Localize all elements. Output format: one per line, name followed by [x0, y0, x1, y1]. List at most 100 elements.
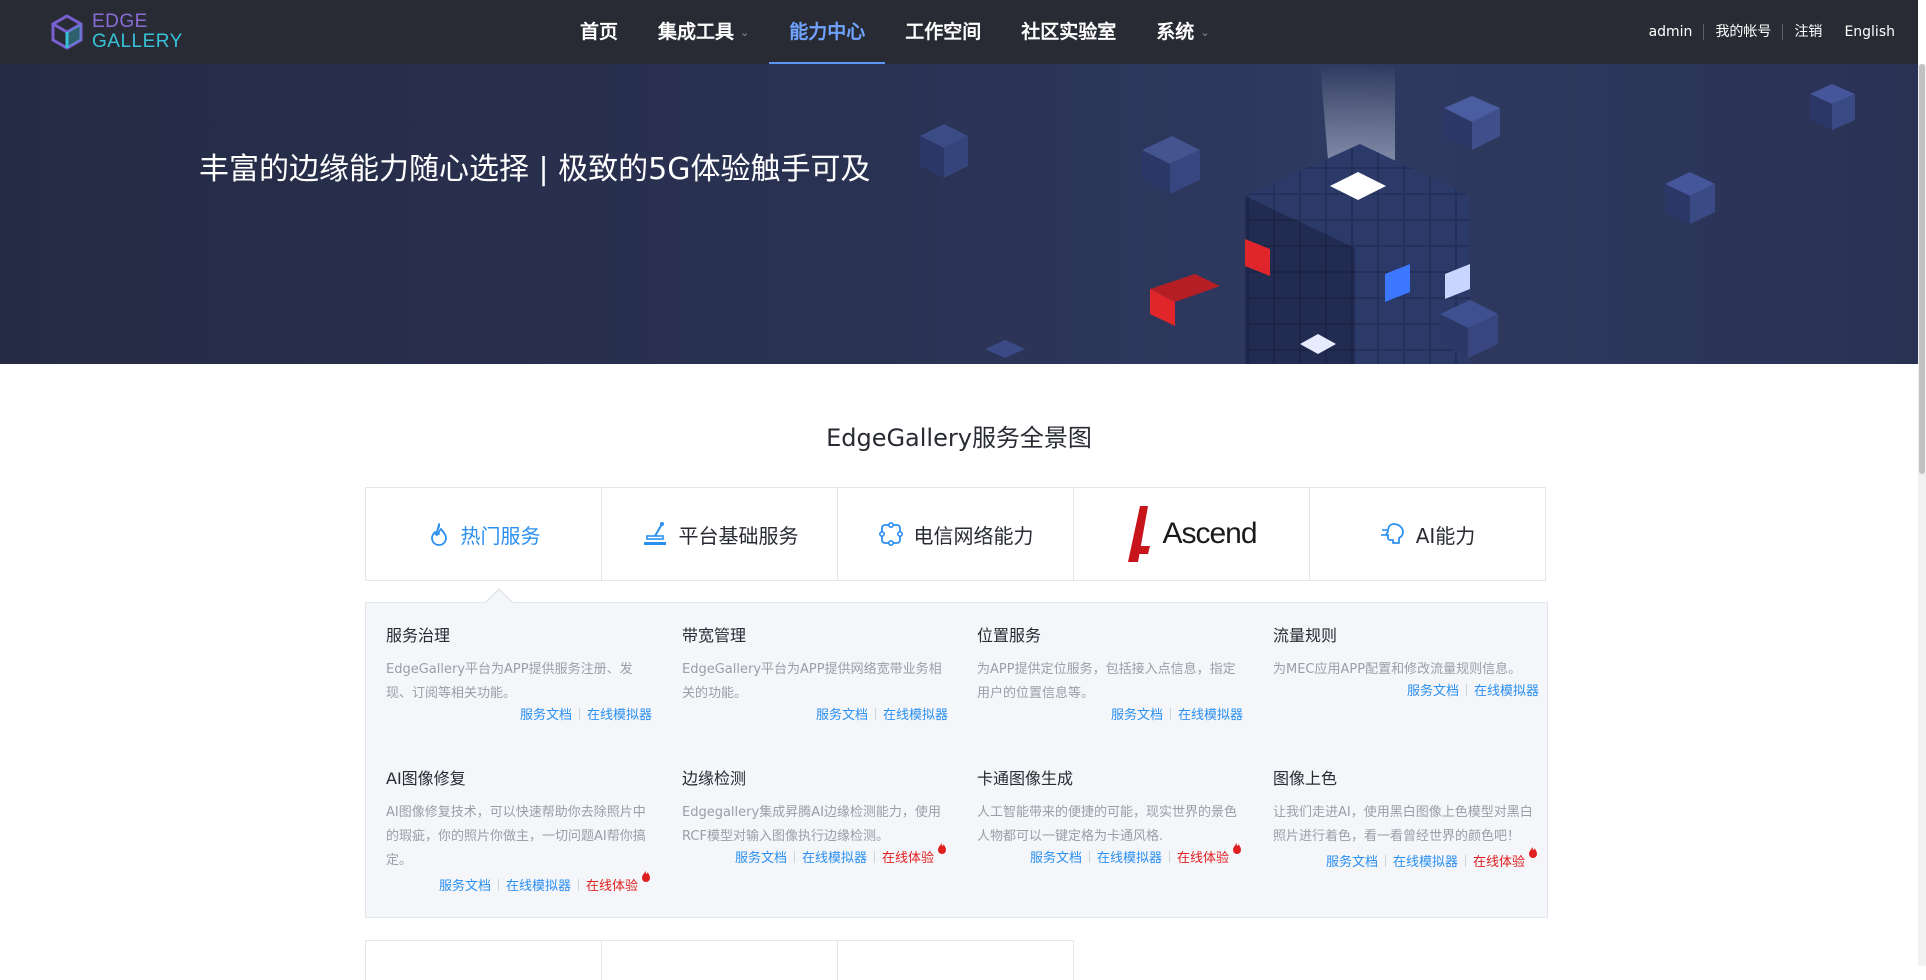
- nav-integration-tools[interactable]: 集成工具 ⌄: [638, 0, 769, 64]
- hot-flame-icon: [1233, 842, 1241, 854]
- tab-label: 平台基础服务: [678, 523, 799, 548]
- chevron-down-icon: ⌄: [1200, 26, 1210, 39]
- service-doc-link[interactable]: 服务文档: [520, 708, 572, 723]
- online-trial-link[interactable]: 在线体验: [1176, 842, 1241, 866]
- cube-logo-icon: [51, 14, 83, 50]
- online-trial-link[interactable]: 在线体验: [1472, 846, 1537, 870]
- ai-brain-icon: [1380, 523, 1404, 544]
- online-trial-label: 在线体验: [585, 879, 638, 894]
- nav-community-lab[interactable]: 社区实验室: [1001, 0, 1136, 64]
- card-title: 位置服务: [977, 626, 1042, 645]
- card-links: 服务文档 在线模拟器: [1273, 682, 1539, 702]
- logout-link[interactable]: 注销: [1782, 24, 1833, 40]
- main-nav: 首页 集成工具 ⌄ 能力中心 工作空间 社区实验室 系统 ⌄: [560, 0, 1230, 64]
- ascend-logo: Ascend: [1126, 504, 1258, 564]
- card-links: 服务文档 在线模拟器 在线体验: [386, 870, 652, 897]
- service-card-service-governance: 服务治理 EdgeGallery平台为APP提供服务注册、发现、订阅等相关功能。…: [386, 626, 652, 726]
- ascend-mark-icon: [1128, 506, 1151, 562]
- online-simulator-link[interactable]: 在线模拟器: [1097, 851, 1162, 866]
- card-description: 让我们走进AI，使用黑白图像上色模型对黑白照片进行着色，看一看曾经世界的颜色吧！: [1273, 805, 1533, 844]
- nav-workspace[interactable]: 工作空间: [885, 0, 1001, 64]
- service-doc-link[interactable]: 服务文档: [735, 851, 787, 866]
- banner-title: 丰富的边缘能力随心选择 | 极致的5G体验触手可及: [199, 152, 871, 187]
- card-description: EdgeGallery平台为APP提供网络宽带业务相关的功能。: [682, 662, 942, 701]
- user-menu: admin 我的帐号 注销 English: [1638, 0, 1906, 64]
- edgegallery-logo[interactable]: EDGE GALLERY: [50, 12, 190, 52]
- service-doc-link[interactable]: 服务文档: [439, 879, 491, 894]
- hot-flame-icon: [642, 870, 650, 882]
- card-title: 边缘检测: [682, 769, 747, 788]
- next-section-tab[interactable]: [601, 940, 838, 980]
- my-account-link[interactable]: 我的帐号: [1703, 24, 1782, 40]
- online-trial-label: 在线体验: [1176, 851, 1229, 866]
- service-doc-link[interactable]: 服务文档: [1030, 851, 1082, 866]
- tab-ascend[interactable]: Ascend: [1073, 487, 1310, 581]
- online-trial-label: 在线体验: [881, 851, 934, 866]
- card-title: 图像上色: [1273, 769, 1338, 788]
- username[interactable]: admin: [1638, 24, 1704, 40]
- page-scrollbar-thumb[interactable]: [1919, 64, 1925, 474]
- online-simulator-link[interactable]: 在线模拟器: [587, 708, 652, 723]
- online-trial-label: 在线体验: [1472, 855, 1525, 870]
- tab-label: 电信网络能力: [913, 523, 1034, 548]
- service-doc-link[interactable]: 服务文档: [1326, 855, 1378, 870]
- card-title: AI图像修复: [386, 769, 466, 788]
- card-links: 服务文档 在线模拟器 在线体验: [977, 842, 1243, 869]
- hot-flame-icon: [1529, 846, 1537, 858]
- tab-platform-services[interactable]: 平台基础服务: [601, 487, 838, 581]
- nav-home[interactable]: 首页: [560, 0, 638, 64]
- card-links: 服务文档 在线模拟器: [682, 706, 948, 726]
- card-description: 为APP提供定位服务，包括接入点信息，指定用户的位置信息等。: [977, 662, 1236, 701]
- online-simulator-link[interactable]: 在线模拟器: [1178, 708, 1243, 723]
- online-simulator-link[interactable]: 在线模拟器: [506, 879, 571, 894]
- tab-label: AI能力: [1415, 523, 1476, 548]
- next-section-tabs: [365, 940, 1074, 980]
- ascend-wordmark: Ascend: [1162, 517, 1257, 550]
- fire-icon: [430, 523, 447, 546]
- card-description: EdgeGallery平台为APP提供服务注册、发现、订阅等相关功能。: [386, 662, 633, 701]
- next-section-tab[interactable]: [837, 940, 1074, 980]
- nav-system[interactable]: 系统 ⌄: [1136, 0, 1229, 64]
- online-simulator-link[interactable]: 在线模拟器: [1474, 684, 1539, 699]
- service-card-image-colorization: 图像上色 让我们走进AI，使用黑白图像上色模型对黑白照片进行着色，看一看曾经世界…: [1273, 769, 1539, 873]
- next-section-tab[interactable]: [365, 940, 602, 980]
- card-description: AI图像修复技术，可以快速帮助你去除照片中的瑕疵，你的照片你做主，一切问题AI帮…: [386, 805, 646, 868]
- chevron-down-icon: ⌄: [740, 26, 750, 39]
- card-description: 人工智能带来的便捷的可能，现实世界的景色人物都可以一键定格为卡通风格.: [977, 805, 1238, 844]
- service-doc-link[interactable]: 服务文档: [1111, 708, 1163, 723]
- online-simulator-link[interactable]: 在线模拟器: [802, 851, 867, 866]
- service-card-location: 位置服务 为APP提供定位服务，包括接入点信息，指定用户的位置信息等。 服务文档…: [977, 626, 1243, 726]
- hero-banner: 丰富的边缘能力随心选择 | 极致的5G体验触手可及: [0, 64, 1918, 364]
- network-icon: [878, 521, 903, 546]
- online-simulator-link[interactable]: 在线模拟器: [1393, 855, 1458, 870]
- nav-capability-center[interactable]: 能力中心: [769, 0, 886, 64]
- card-links: 服务文档 在线模拟器: [386, 706, 652, 726]
- hot-flame-icon: [938, 842, 946, 854]
- service-card-traffic-rules: 流量规则 为MEC应用APP配置和修改流量规则信息。 服务文档 在线模拟器: [1273, 626, 1539, 702]
- card-links: 服务文档 在线模拟器: [977, 706, 1243, 726]
- tab-label: 热门服务: [460, 523, 541, 548]
- service-doc-link[interactable]: 服务文档: [1407, 684, 1459, 699]
- banner-cubes-illustration: [920, 64, 1855, 364]
- language-switch[interactable]: English: [1833, 24, 1906, 40]
- online-trial-link[interactable]: 在线体验: [881, 842, 946, 866]
- card-title: 流量规则: [1273, 626, 1338, 645]
- top-nav-bar: EDGE GALLERY 首页 集成工具 ⌄ 能力中心 工作空间 社区实验室 系统…: [0, 0, 1918, 64]
- online-trial-link[interactable]: 在线体验: [585, 870, 650, 894]
- service-card-bandwidth: 带宽管理 EdgeGallery平台为APP提供网络宽带业务相关的功能。 服务文…: [682, 626, 948, 726]
- card-title: 卡通图像生成: [977, 769, 1074, 788]
- panel-pointer-fill: [486, 590, 512, 603]
- tab-telecom-network[interactable]: 电信网络能力: [837, 487, 1074, 581]
- logo-text-edge: EDGE: [92, 11, 148, 32]
- logo-text-gallery: GALLERY: [92, 31, 183, 52]
- service-card-edge-detection: 边缘检测 Edgegallery集成昇腾AI边缘检测能力，使用RCF模型对输入图…: [682, 769, 948, 869]
- card-links: 服务文档 在线模拟器 在线体验: [1273, 846, 1539, 873]
- platform-icon: [643, 522, 666, 545]
- card-description: Edgegallery集成昇腾AI边缘检测能力，使用RCF模型对输入图像执行边缘…: [682, 805, 941, 844]
- tab-ai-capability[interactable]: AI能力: [1309, 487, 1546, 581]
- card-links: 服务文档 在线模拟器 在线体验: [682, 842, 948, 869]
- card-description: 为MEC应用APP配置和修改流量规则信息。: [1273, 662, 1522, 677]
- tab-hot-services[interactable]: 热门服务: [365, 487, 602, 581]
- service-doc-link[interactable]: 服务文档: [816, 708, 868, 723]
- online-simulator-link[interactable]: 在线模拟器: [883, 708, 948, 723]
